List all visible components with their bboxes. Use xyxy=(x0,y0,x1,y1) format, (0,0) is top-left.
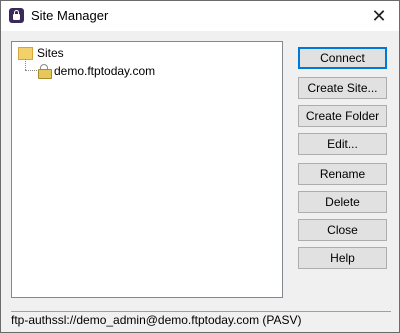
tree-item-sites[interactable]: Sites xyxy=(37,46,64,60)
app-lock-icon xyxy=(9,8,24,23)
close-button[interactable]: Close xyxy=(298,219,387,241)
connect-button[interactable]: Connect xyxy=(298,47,387,69)
site-tree[interactable]: Sites demo.ftptoday.com xyxy=(11,41,283,298)
window-title: Site Manager xyxy=(31,8,109,23)
tree-connector xyxy=(25,59,26,70)
rename-button[interactable]: Rename xyxy=(298,163,387,185)
create-site-button[interactable]: Create Site... xyxy=(298,77,387,99)
delete-button[interactable]: Delete xyxy=(298,191,387,213)
site-manager-window: Site Manager ✕ Sites demo.ftptoday.com C… xyxy=(0,0,400,333)
status-bar: ftp-authssl://demo_admin@demo.ftptoday.c… xyxy=(11,311,391,328)
tree-connector xyxy=(25,70,37,71)
help-button[interactable]: Help xyxy=(298,247,387,269)
tree-item-site[interactable]: demo.ftptoday.com xyxy=(54,64,155,78)
padlock-icon xyxy=(38,64,52,79)
title-bar[interactable]: Site Manager ✕ xyxy=(1,1,399,31)
close-icon[interactable]: ✕ xyxy=(359,1,399,31)
create-folder-button[interactable]: Create Folder xyxy=(298,105,387,127)
edit-button[interactable]: Edit... xyxy=(298,133,387,155)
